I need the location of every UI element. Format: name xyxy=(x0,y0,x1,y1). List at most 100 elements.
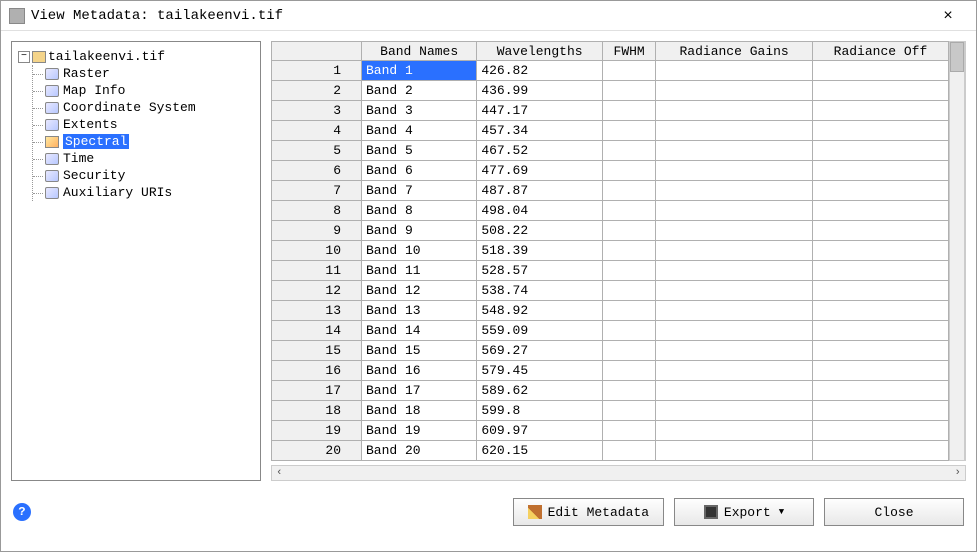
row-number[interactable]: 11 xyxy=(272,261,362,281)
export-button[interactable]: Export ▼ xyxy=(674,498,814,526)
cell-empty[interactable] xyxy=(602,141,655,161)
cell-wavelength[interactable]: 548.92 xyxy=(477,301,603,321)
scroll-left-icon[interactable]: ‹ xyxy=(276,467,283,479)
cell-empty[interactable] xyxy=(602,61,655,81)
cell-wavelength[interactable]: 569.27 xyxy=(477,341,603,361)
cell-empty[interactable] xyxy=(656,141,813,161)
tree-root[interactable]: − tailakeenvi.tif xyxy=(16,48,256,65)
vertical-scrollbar[interactable] xyxy=(949,41,965,461)
cell-empty[interactable] xyxy=(656,81,813,101)
row-number[interactable]: 13 xyxy=(272,301,362,321)
row-number[interactable]: 3 xyxy=(272,101,362,121)
table-row[interactable]: 11Band 11528.57 xyxy=(272,261,949,281)
cell-empty[interactable] xyxy=(656,221,813,241)
cell-wavelength[interactable]: 447.17 xyxy=(477,101,603,121)
table-row[interactable]: 3Band 3447.17 xyxy=(272,101,949,121)
cell-empty[interactable] xyxy=(602,301,655,321)
cell-empty[interactable] xyxy=(812,141,948,161)
cell-empty[interactable] xyxy=(656,121,813,141)
cell-empty[interactable] xyxy=(812,61,948,81)
cell-empty[interactable] xyxy=(656,261,813,281)
cell-empty[interactable] xyxy=(812,281,948,301)
cell-band-name[interactable]: Band 12 xyxy=(362,281,477,301)
row-number[interactable]: 12 xyxy=(272,281,362,301)
cell-empty[interactable] xyxy=(602,261,655,281)
table-row[interactable]: 15Band 15569.27 xyxy=(272,341,949,361)
cell-wavelength[interactable]: 518.39 xyxy=(477,241,603,261)
cell-empty[interactable] xyxy=(656,301,813,321)
row-number[interactable]: 4 xyxy=(272,121,362,141)
cell-band-name[interactable]: Band 16 xyxy=(362,361,477,381)
close-button[interactable]: Close xyxy=(824,498,964,526)
cell-empty[interactable] xyxy=(812,121,948,141)
cell-empty[interactable] xyxy=(812,381,948,401)
close-icon[interactable]: × xyxy=(928,2,968,30)
row-number[interactable]: 10 xyxy=(272,241,362,261)
cell-empty[interactable] xyxy=(656,381,813,401)
table-row[interactable]: 5Band 5467.52 xyxy=(272,141,949,161)
cell-empty[interactable] xyxy=(812,341,948,361)
column-header[interactable]: Wavelengths xyxy=(477,42,603,61)
cell-band-name[interactable]: Band 5 xyxy=(362,141,477,161)
cell-wavelength[interactable]: 599.8 xyxy=(477,401,603,421)
cell-empty[interactable] xyxy=(602,241,655,261)
column-header[interactable]: Radiance Gains xyxy=(656,42,813,61)
cell-empty[interactable] xyxy=(656,201,813,221)
cell-wavelength[interactable]: 589.62 xyxy=(477,381,603,401)
cell-empty[interactable] xyxy=(602,421,655,441)
collapse-icon[interactable]: − xyxy=(18,51,30,63)
cell-empty[interactable] xyxy=(602,161,655,181)
table-row[interactable]: 19Band 19609.97 xyxy=(272,421,949,441)
cell-empty[interactable] xyxy=(812,321,948,341)
tree-item-extents[interactable]: Extents xyxy=(33,116,256,133)
cell-band-name[interactable]: Band 15 xyxy=(362,341,477,361)
row-number[interactable]: 19 xyxy=(272,421,362,441)
cell-empty[interactable] xyxy=(602,321,655,341)
cell-empty[interactable] xyxy=(812,81,948,101)
tree-item-time[interactable]: Time xyxy=(33,150,256,167)
cell-empty[interactable] xyxy=(656,401,813,421)
cell-band-name[interactable]: Band 3 xyxy=(362,101,477,121)
tree-item-map-info[interactable]: Map Info xyxy=(33,82,256,99)
edit-metadata-button[interactable]: Edit Metadata xyxy=(513,498,664,526)
cell-wavelength[interactable]: 487.87 xyxy=(477,181,603,201)
cell-empty[interactable] xyxy=(656,321,813,341)
cell-empty[interactable] xyxy=(656,101,813,121)
cell-band-name[interactable]: Band 14 xyxy=(362,321,477,341)
tree-item-security[interactable]: Security xyxy=(33,167,256,184)
row-number[interactable]: 18 xyxy=(272,401,362,421)
cell-band-name[interactable]: Band 18 xyxy=(362,401,477,421)
cell-band-name[interactable]: Band 4 xyxy=(362,121,477,141)
cell-wavelength[interactable]: 620.15 xyxy=(477,441,603,461)
column-header[interactable]: Band Names xyxy=(362,42,477,61)
row-number[interactable]: 1 xyxy=(272,61,362,81)
cell-band-name[interactable]: Band 6 xyxy=(362,161,477,181)
cell-empty[interactable] xyxy=(656,181,813,201)
cell-empty[interactable] xyxy=(812,441,948,461)
row-number[interactable]: 15 xyxy=(272,341,362,361)
cell-empty[interactable] xyxy=(602,221,655,241)
scroll-right-icon[interactable]: › xyxy=(954,467,961,479)
table-row[interactable]: 17Band 17589.62 xyxy=(272,381,949,401)
cell-empty[interactable] xyxy=(602,441,655,461)
table-row[interactable]: 1Band 1426.82 xyxy=(272,61,949,81)
table-row[interactable]: 9Band 9508.22 xyxy=(272,221,949,241)
cell-wavelength[interactable]: 559.09 xyxy=(477,321,603,341)
cell-empty[interactable] xyxy=(602,341,655,361)
cell-empty[interactable] xyxy=(656,241,813,261)
row-number[interactable]: 9 xyxy=(272,221,362,241)
row-number[interactable]: 20 xyxy=(272,441,362,461)
table-row[interactable]: 18Band 18599.8 xyxy=(272,401,949,421)
cell-empty[interactable] xyxy=(602,101,655,121)
tree-item-spectral[interactable]: Spectral xyxy=(33,133,256,150)
row-number[interactable]: 7 xyxy=(272,181,362,201)
scrollbar-thumb[interactable] xyxy=(950,42,964,72)
cell-empty[interactable] xyxy=(812,401,948,421)
cell-empty[interactable] xyxy=(812,161,948,181)
cell-band-name[interactable]: Band 11 xyxy=(362,261,477,281)
cell-band-name[interactable]: Band 20 xyxy=(362,441,477,461)
cell-wavelength[interactable]: 467.52 xyxy=(477,141,603,161)
table-row[interactable]: 8Band 8498.04 xyxy=(272,201,949,221)
cell-wavelength[interactable]: 436.99 xyxy=(477,81,603,101)
table-row[interactable]: 6Band 6477.69 xyxy=(272,161,949,181)
